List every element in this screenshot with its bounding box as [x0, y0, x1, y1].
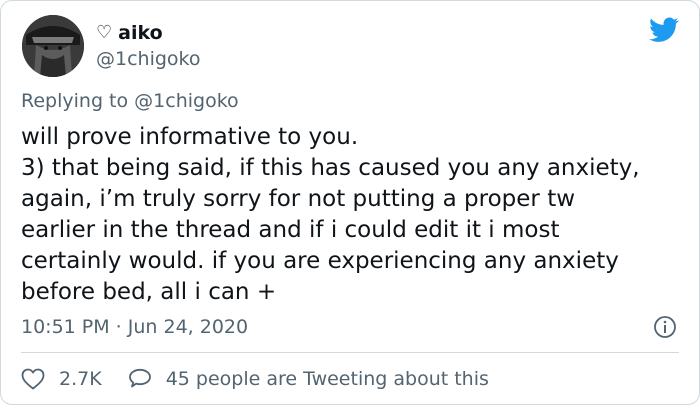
tweet-card: ♡ aiko @1chigoko Replying to @1chigoko w… [0, 0, 700, 405]
author-display-name[interactable]: aiko [118, 22, 163, 44]
tweet-line: will prove informative to you. [21, 124, 359, 150]
avatar[interactable] [22, 15, 84, 77]
divider [21, 352, 679, 353]
info-icon[interactable] [653, 315, 677, 339]
like-button[interactable]: 2.7K [21, 367, 102, 391]
tweet-timestamp[interactable]: 10:51 PM · Jun 24, 2020 [21, 316, 248, 338]
tweet-line: 3) that being said, if this has caused y… [21, 155, 640, 181]
replying-prefix: Replying to [21, 90, 129, 112]
conversation-label: 45 people are Tweeting about this [165, 368, 489, 390]
speech-bubble-icon [128, 368, 151, 388]
tweet-text: will prove informative to you. 3) that b… [21, 122, 686, 308]
tweet-line: before bed, all i can + [21, 279, 277, 305]
author-name-row[interactable]: ♡ aiko [96, 22, 163, 44]
author-handle[interactable]: @1chigoko [96, 48, 201, 70]
tweet-line: certainly would. if you are experiencing… [21, 248, 619, 274]
tweet-line: earlier in the thread and if i could edi… [21, 217, 560, 243]
replying-to: Replying to @1chigoko [21, 90, 239, 112]
tweet-line: again, i’m truly sorry for not putting a… [21, 186, 576, 212]
tweet-actions: 2.7K 45 people are Tweeting about this [21, 367, 515, 391]
avatar-image [22, 15, 84, 77]
like-count: 2.7K [59, 368, 102, 390]
heart-icon [21, 368, 45, 390]
conversation-button[interactable]: 45 people are Tweeting about this [128, 367, 489, 391]
replying-mention[interactable]: @1chigoko [134, 90, 239, 112]
name-heart-glyph: ♡ [96, 22, 113, 43]
twitter-bird-icon[interactable] [649, 17, 679, 43]
